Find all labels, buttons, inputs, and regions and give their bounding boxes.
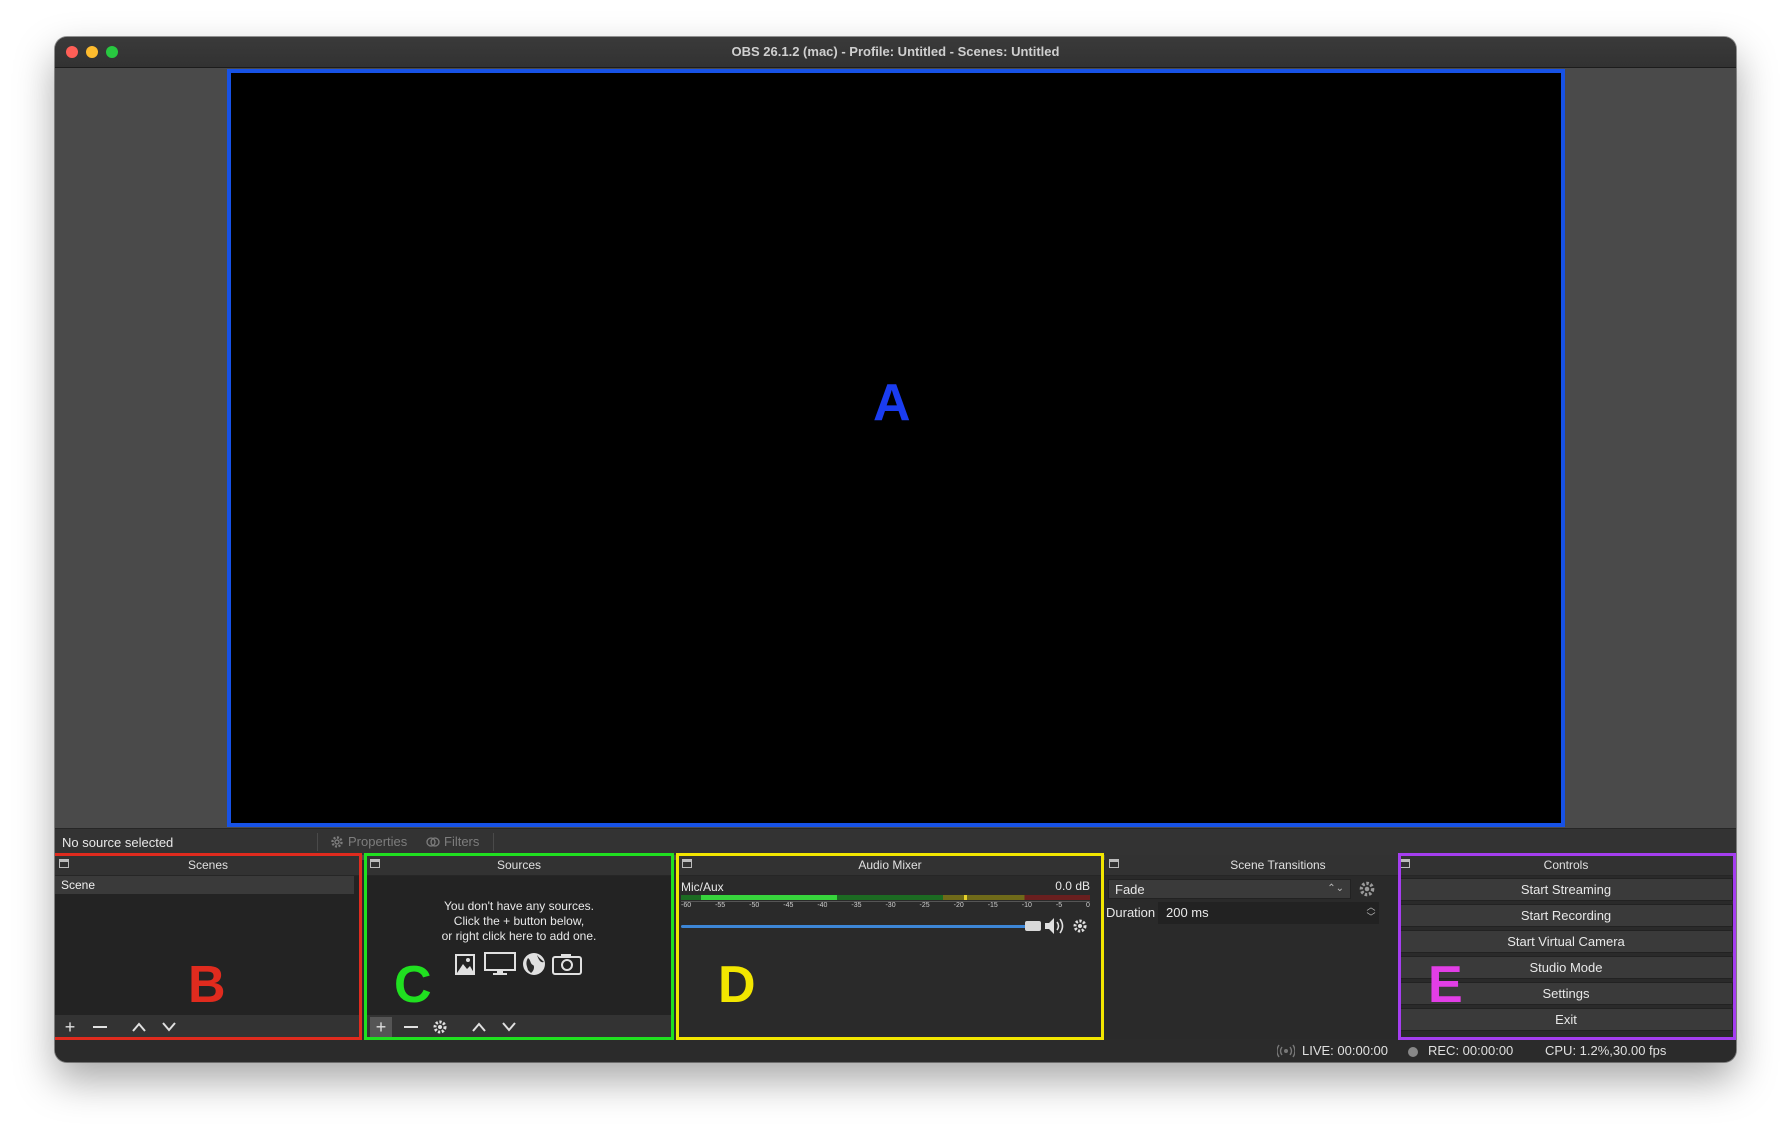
title-bar: OBS 26.1.2 (mac) - Profile: Untitled - S… xyxy=(55,37,1736,68)
filters-button[interactable]: Filters xyxy=(426,834,479,849)
filters-label: Filters xyxy=(444,834,480,849)
rec-status: REC: 00:00:00 xyxy=(1428,1043,1514,1058)
transition-selected-label: Fade xyxy=(1115,882,1145,897)
live-status: LIVE: 00:00:00 xyxy=(1302,1043,1389,1058)
properties-label: Properties xyxy=(348,834,408,849)
annotation-box-e xyxy=(1398,853,1736,1040)
live-signal-icon xyxy=(1277,1044,1295,1058)
annotation-box-b xyxy=(55,853,362,1040)
chevron-down-icon[interactable]: ﹀ xyxy=(1364,912,1378,922)
duration-value: 200 ms xyxy=(1166,905,1209,920)
chevron-up-icon[interactable]: ︿ xyxy=(1364,902,1378,912)
source-toolbar: No source selected Properties Filters xyxy=(55,828,1736,855)
transition-select[interactable]: Fade ⌃⌄ xyxy=(1108,879,1351,899)
duration-stepper[interactable]: ︿ ﹀ xyxy=(1364,902,1378,924)
gear-icon[interactable] xyxy=(1358,880,1376,898)
window-title: OBS 26.1.2 (mac) - Profile: Untitled - S… xyxy=(731,44,1060,59)
chevron-updown-icon: ⌃⌄ xyxy=(1327,883,1344,894)
cpu-status: CPU: 1.2%,30.00 fps xyxy=(1545,1043,1667,1058)
filter-icon xyxy=(426,836,440,847)
duration-input[interactable]: 200 ms ︿ ﹀ xyxy=(1158,902,1379,924)
annotation-label-a: A xyxy=(873,374,911,432)
annotation-box-c xyxy=(364,853,674,1040)
record-dot-icon xyxy=(1408,1047,1418,1057)
annotation-box-d xyxy=(676,853,1104,1040)
preview-canvas[interactable]: A xyxy=(227,69,1565,827)
status-bar: LIVE: 00:00:00 REC: 00:00:00 CPU: 1.2%,3… xyxy=(55,1040,1736,1062)
obs-window: OBS 26.1.2 (mac) - Profile: Untitled - S… xyxy=(55,37,1736,1062)
divider xyxy=(317,833,318,851)
no-source-label: No source selected xyxy=(62,835,174,850)
properties-button[interactable]: Properties xyxy=(330,834,407,849)
duration-label: Duration xyxy=(1106,905,1156,920)
gear-icon xyxy=(331,835,343,848)
divider xyxy=(493,833,494,851)
